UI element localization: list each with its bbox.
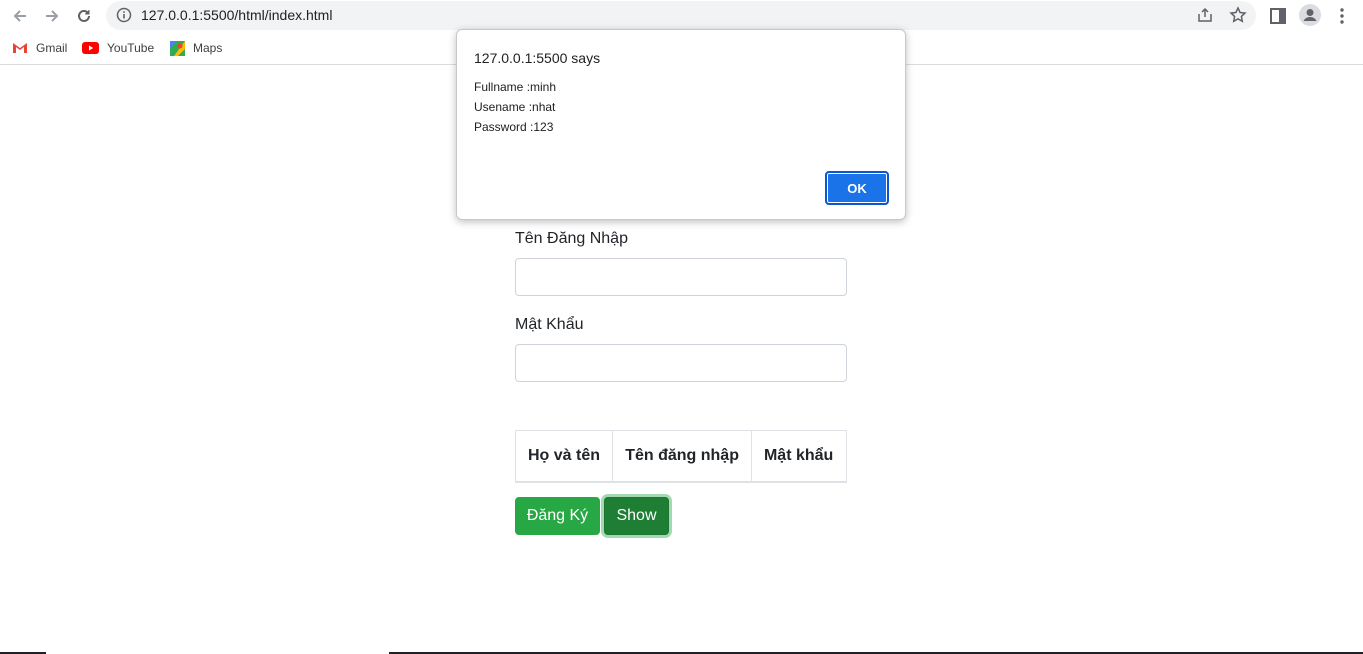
username-label: Tên Đăng Nhập bbox=[515, 230, 628, 247]
bookmark-youtube[interactable]: YouTube bbox=[82, 38, 154, 58]
more-menu-icon[interactable] bbox=[1332, 6, 1352, 26]
header-fullname: Họ và tên bbox=[514, 430, 614, 483]
bookmark-label: Maps bbox=[193, 41, 223, 55]
bookmark-label: Gmail bbox=[36, 41, 68, 55]
password-label: Mật Khẩu bbox=[515, 316, 584, 333]
users-table: Họ và tên Tên đăng nhập Mật khẩu bbox=[514, 430, 848, 483]
ok-button[interactable]: OK bbox=[825, 171, 889, 205]
dialog-line-username: Usename :nhat bbox=[474, 100, 556, 114]
header-username: Tên đăng nhập bbox=[612, 430, 752, 483]
info-icon[interactable] bbox=[116, 7, 132, 23]
maps-icon bbox=[170, 40, 185, 56]
bookmark-star-icon[interactable] bbox=[1229, 6, 1247, 24]
share-icon[interactable] bbox=[1196, 6, 1214, 24]
alert-dialog: 127.0.0.1:5500 says Fullname :minh Usena… bbox=[456, 29, 906, 220]
username-input[interactable] bbox=[515, 258, 847, 296]
forward-arrow-icon bbox=[46, 10, 59, 22]
forward-button[interactable] bbox=[40, 4, 64, 28]
dialog-line-password: Password :123 bbox=[474, 120, 554, 134]
bookmark-label: YouTube bbox=[107, 41, 155, 55]
header-password: Mật khẩu bbox=[750, 430, 848, 483]
reload-button[interactable] bbox=[72, 4, 96, 28]
dialog-title: 127.0.0.1:5500 says bbox=[474, 50, 601, 66]
browser-toolbar: 127.0.0.1:5500/html/index.html bbox=[0, 0, 1363, 32]
register-button[interactable]: Đăng Ký bbox=[515, 497, 600, 535]
back-button[interactable] bbox=[8, 4, 32, 28]
show-button[interactable]: Show bbox=[604, 497, 669, 535]
table-header-row: Họ và tên Tên đăng nhập Mật khẩu bbox=[514, 430, 848, 483]
bookmark-maps[interactable]: Maps bbox=[170, 38, 222, 58]
gmail-icon bbox=[13, 43, 27, 53]
url-text: 127.0.0.1:5500/html/index.html bbox=[141, 7, 333, 23]
reload-icon bbox=[78, 9, 90, 22]
address-bar[interactable]: 127.0.0.1:5500/html/index.html bbox=[106, 1, 1256, 30]
back-arrow-icon bbox=[13, 10, 26, 22]
youtube-icon bbox=[82, 42, 99, 54]
password-input[interactable] bbox=[515, 344, 847, 382]
dialog-line-fullname: Fullname :minh bbox=[474, 80, 557, 94]
side-panel-icon[interactable] bbox=[1268, 6, 1288, 26]
profile-avatar-icon[interactable] bbox=[1299, 4, 1321, 26]
bookmark-gmail[interactable]: Gmail bbox=[12, 38, 67, 58]
